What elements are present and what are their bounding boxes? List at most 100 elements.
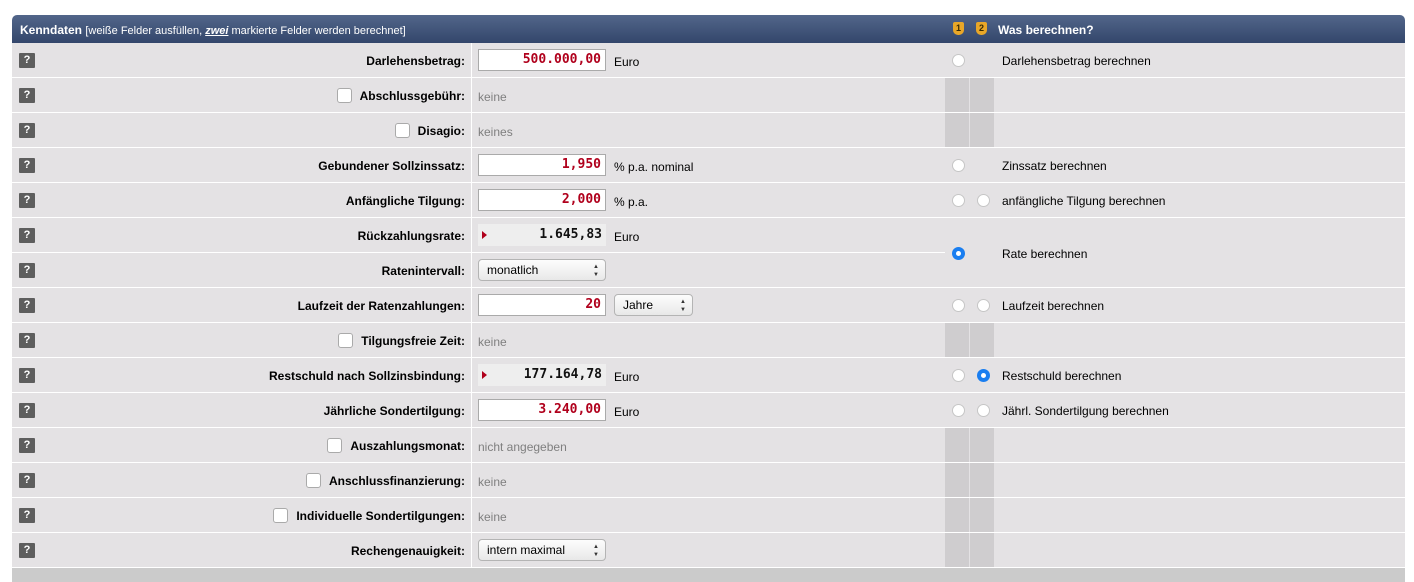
row-anschlussfinanzierung: ? Anschlussfinanzierung: keine: [12, 463, 1405, 498]
row-tilgungsfreie-zeit: ? Tilgungsfreie Zeit: keine: [12, 323, 1405, 358]
row-rechengenauigkeit: ? Rechengenauigkeit: intern maximal ▲ ▼: [12, 533, 1405, 568]
row-label: Auszahlungsmonat:: [327, 438, 465, 453]
sondertilgung-input[interactable]: 3.240,00: [478, 399, 606, 421]
row-restschuld: ? Restschuld nach Sollzinsbindung: 177.1…: [12, 358, 1405, 393]
row-label: Jährliche Sondertilgung:: [324, 404, 465, 418]
calc-label: Restschuld berechnen: [1002, 369, 1122, 383]
help-button[interactable]: ?: [19, 508, 35, 523]
radio-1-rate[interactable]: [952, 247, 965, 260]
radio-2-sondertilgung[interactable]: [977, 404, 990, 417]
triangle-right-icon: [482, 231, 487, 239]
radio-1-tilgung[interactable]: [952, 194, 965, 207]
sollzinssatz-input[interactable]: 1,950: [478, 154, 606, 176]
row-label: Rückzahlungsrate:: [358, 229, 465, 243]
row-label: Disagio:: [394, 123, 465, 138]
disagio-checkbox[interactable]: [394, 123, 410, 138]
divider: [471, 288, 472, 323]
tilgung-input[interactable]: 2,000: [478, 189, 606, 211]
help-button[interactable]: ?: [19, 368, 35, 383]
radio-1-sondertilgung[interactable]: [952, 404, 965, 417]
calc-col-1: [945, 183, 969, 218]
badge-1-icon: 1: [953, 22, 964, 35]
calc-col-1: [945, 43, 969, 78]
rechengenauigkeit-select[interactable]: intern maximal ▲ ▼: [478, 539, 606, 561]
divider: [471, 428, 472, 463]
label-text: Anschlussfinanzierung:: [328, 473, 465, 488]
anschlussfinanzierung-checkbox[interactable]: [305, 473, 321, 488]
help-button[interactable]: ?: [19, 263, 35, 278]
divider: [471, 78, 472, 113]
help-button[interactable]: ?: [19, 438, 35, 453]
header-title: Kenndaten: [20, 23, 83, 37]
help-button[interactable]: ?: [19, 158, 35, 173]
calc-col-1: [945, 498, 969, 533]
row-label: Individuelle Sondertilgungen:: [273, 508, 465, 523]
help-button[interactable]: ?: [19, 543, 35, 558]
chevron-updown-icon: ▲ ▼: [680, 299, 686, 313]
row-laufzeit: ? Laufzeit der Ratenzahlungen: 20 Jahre ▲…: [12, 288, 1405, 323]
individuelle-sondertilgungen-checkbox[interactable]: [273, 508, 289, 523]
help-button[interactable]: ?: [19, 228, 35, 243]
help-button[interactable]: ?: [19, 193, 35, 208]
radio-1-restschuld[interactable]: [952, 369, 965, 382]
value-text: keine: [478, 335, 507, 349]
radio-1-zinssatz[interactable]: [952, 159, 965, 172]
help-button[interactable]: ?: [19, 403, 35, 418]
radio-2-restschuld[interactable]: [977, 369, 990, 382]
label-text: Darlehensbetrag:: [366, 54, 465, 68]
help-button[interactable]: ?: [19, 53, 35, 68]
darlehensbetrag-input[interactable]: 500.000,00: [478, 49, 606, 71]
unit-text: Euro: [614, 230, 640, 244]
calc-col-2: [970, 43, 994, 78]
select-value: intern maximal: [487, 543, 566, 557]
auszahlungsmonat-checkbox[interactable]: [327, 438, 343, 453]
row-rueckzahlungsrate: ? Rückzahlungsrate: 1.645,83 Euro: [12, 218, 945, 253]
chevron-updown-icon: ▲ ▼: [593, 264, 599, 278]
value-text: keine: [478, 90, 507, 104]
abschlussgebuehr-checkbox[interactable]: [336, 88, 352, 103]
radio-1-laufzeit[interactable]: [952, 299, 965, 312]
restschuld-result: 177.164,78: [478, 364, 606, 386]
label-text: Individuelle Sondertilgungen:: [296, 508, 465, 523]
calc-col-2: [970, 218, 994, 288]
help-button[interactable]: ?: [19, 333, 35, 348]
header-subtitle: [weiße Felder ausfüllen, zwei markierte …: [85, 25, 405, 37]
calc-col-2: [970, 148, 994, 183]
unit-text: Euro: [614, 370, 640, 384]
help-button[interactable]: ?: [19, 88, 35, 103]
row-label: Gebundener Sollzinssatz:: [318, 159, 465, 173]
calc-col-1: [945, 148, 969, 183]
unit-text: % p.a.: [614, 195, 649, 209]
label-text: Laufzeit der Ratenzahlungen:: [297, 299, 465, 313]
label-text: Auszahlungsmonat:: [350, 438, 465, 453]
panel-footer: [12, 568, 1405, 582]
divider: [471, 393, 472, 428]
radio-2-laufzeit[interactable]: [977, 299, 990, 312]
calc-col-2: [970, 113, 994, 148]
help-button[interactable]: ?: [19, 298, 35, 313]
calc-col-1: [945, 288, 969, 323]
row-label: Abschlussgebühr:: [336, 88, 465, 103]
calc-col-1: [945, 463, 969, 498]
laufzeit-input[interactable]: 20: [478, 294, 606, 316]
label-text: Rechengenauigkeit:: [350, 544, 465, 558]
calc-label: Darlehensbetrag berechnen: [1002, 54, 1151, 68]
label-text: Abschlussgebühr:: [359, 88, 465, 103]
radio-2-tilgung[interactable]: [977, 194, 990, 207]
row-abschlussgebuehr: ? Abschlussgebühr: keine: [12, 78, 1405, 113]
rueckzahlungsrate-result: 1.645,83: [478, 224, 606, 246]
help-button[interactable]: ?: [19, 123, 35, 138]
radio-1-darlehensbetrag[interactable]: [952, 54, 965, 67]
value-text: keine: [478, 475, 507, 489]
row-tilgung: ? Anfängliche Tilgung: 2,000 % p.a. anfä…: [12, 183, 1405, 218]
calc-col-2: [970, 428, 994, 463]
ratenintervall-select[interactable]: monatlich ▲ ▼: [478, 259, 606, 281]
calculator-panel: Kenndaten [weiße Felder ausfüllen, zwei …: [12, 15, 1405, 582]
help-button[interactable]: ?: [19, 473, 35, 488]
divider: [471, 148, 472, 183]
divider: [471, 183, 472, 218]
divider: [471, 498, 472, 533]
laufzeit-unit-select[interactable]: Jahre ▲ ▼: [614, 294, 693, 316]
tilgungsfreie-zeit-checkbox[interactable]: [338, 333, 354, 348]
subtitle-emphasis: zwei: [205, 25, 229, 37]
